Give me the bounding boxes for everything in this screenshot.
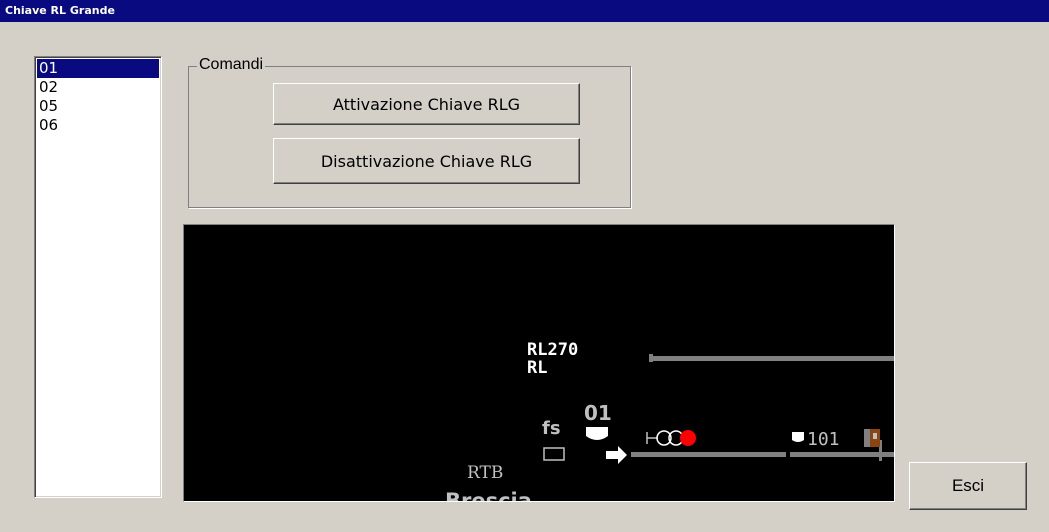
list-item[interactable]: 05 bbox=[37, 97, 159, 116]
rl-code-label: RL270 bbox=[527, 340, 578, 360]
signal-number-label: 01 bbox=[584, 401, 612, 425]
track-schematic: RL270 RL fs 01 101 RTB Brescia bbox=[183, 224, 895, 502]
track-marker-inner bbox=[873, 433, 877, 439]
signal-lamp-red-icon bbox=[680, 430, 696, 446]
track-marker-left bbox=[864, 429, 870, 447]
list-item[interactable]: 02 bbox=[37, 78, 159, 97]
station-label: Brescia bbox=[445, 489, 532, 502]
list-item[interactable]: 06 bbox=[37, 116, 159, 135]
upper-track-endstop bbox=[649, 354, 653, 362]
upper-track bbox=[653, 356, 894, 361]
commands-group-label: Comandi bbox=[197, 56, 266, 74]
list-item[interactable]: 01 bbox=[37, 59, 159, 78]
lower-track-segment bbox=[790, 452, 879, 457]
activate-key-button[interactable]: Attivazione Chiave RLG bbox=[273, 83, 580, 125]
fs-indicator-box bbox=[543, 447, 565, 461]
lower-track-segment bbox=[882, 452, 894, 457]
rl-type-label: RL bbox=[527, 358, 547, 378]
window-title: Chiave RL Grande bbox=[0, 0, 1049, 22]
deactivate-key-button[interactable]: Disattivazione Chiave RLG bbox=[273, 138, 580, 184]
fs-label: fs bbox=[542, 418, 561, 439]
item-listbox[interactable]: 01 02 05 06 bbox=[34, 56, 162, 498]
track-number-label: 101 bbox=[807, 429, 840, 450]
track-circuit-icon bbox=[792, 432, 804, 442]
rtb-label: RTB bbox=[467, 463, 503, 483]
exit-button[interactable]: Esci bbox=[909, 462, 1027, 510]
direction-arrow-icon bbox=[606, 446, 627, 464]
lower-track-segment bbox=[631, 452, 786, 457]
signal-shield-icon bbox=[586, 427, 608, 440]
